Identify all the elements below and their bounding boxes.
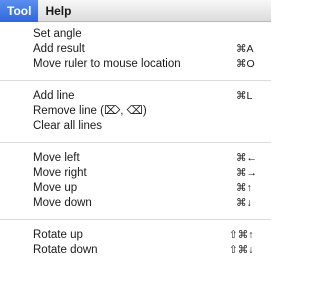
menu-item-move-down[interactable]: Move down ⌘↓	[0, 196, 271, 211]
menu-item-shortcut: ⌘L	[236, 90, 253, 102]
menu-item-label: Move ruler to mouse location	[33, 58, 181, 70]
menu-item-shortcut: ⌘A	[236, 43, 254, 55]
menu-item-clear-all-lines[interactable]: Clear all lines	[0, 119, 271, 134]
menu-item-move-ruler[interactable]: Move ruler to mouse location ⌘O	[0, 57, 271, 72]
menu-item-add-result[interactable]: Add result ⌘A	[0, 42, 271, 57]
menu-bar: Tool Help	[0, 0, 271, 22]
menu-item-add-line[interactable]: Add line ⌘L	[0, 89, 271, 104]
menu-item-label: Rotate down	[33, 244, 98, 256]
menu-tool[interactable]: Tool	[0, 0, 39, 22]
menu-separator	[0, 142, 271, 143]
menu-item-label: Move left	[33, 152, 80, 164]
menu-separator	[0, 80, 271, 81]
menu-item-shortcut: ⌘←	[236, 152, 257, 164]
menu-item-shortcut: ⌘↓	[236, 197, 252, 209]
menu-item-label: Add result	[33, 43, 85, 55]
menu-item-set-angle[interactable]: Set angle	[0, 27, 271, 42]
menu-help[interactable]: Help	[38, 0, 78, 22]
menu-item-label: Rotate up	[33, 229, 83, 241]
menu-item-label: Move down	[33, 197, 92, 209]
menu-item-rotate-down[interactable]: Rotate down ⇧⌘↓	[0, 243, 271, 258]
tool-menu-dropdown: Set angle Add result ⌘A Move ruler to mo…	[0, 23, 271, 295]
menu-item-move-left[interactable]: Move left ⌘←	[0, 151, 271, 166]
menu-separator	[0, 219, 271, 220]
menu-item-label: Move right	[33, 167, 87, 179]
menu-item-shortcut: ⇧⌘↓	[229, 244, 254, 256]
menu-item-label: Remove line (⌦, ⌫)	[33, 105, 147, 117]
menu-item-move-up[interactable]: Move up ⌘↑	[0, 181, 271, 196]
menu-item-label: Set angle	[33, 28, 82, 40]
menu-item-move-right[interactable]: Move right ⌘→	[0, 166, 271, 181]
menu-item-label: Move up	[33, 182, 78, 194]
menu-item-remove-line[interactable]: Remove line (⌦, ⌫)	[0, 104, 271, 119]
menu-item-shortcut: ⌘↑	[236, 182, 252, 194]
menu-item-label: Add line	[33, 90, 75, 102]
menu-item-rotate-up[interactable]: Rotate up ⇧⌘↑	[0, 228, 271, 243]
menu-item-shortcut: ⇧⌘↑	[229, 229, 254, 241]
menu-item-shortcut: ⌘O	[236, 58, 255, 70]
menu-item-shortcut: ⌘→	[236, 167, 257, 179]
app-window: Tool Help Set angle Add result ⌘A Move r…	[0, 0, 271, 295]
menu-item-label: Clear all lines	[33, 120, 103, 132]
